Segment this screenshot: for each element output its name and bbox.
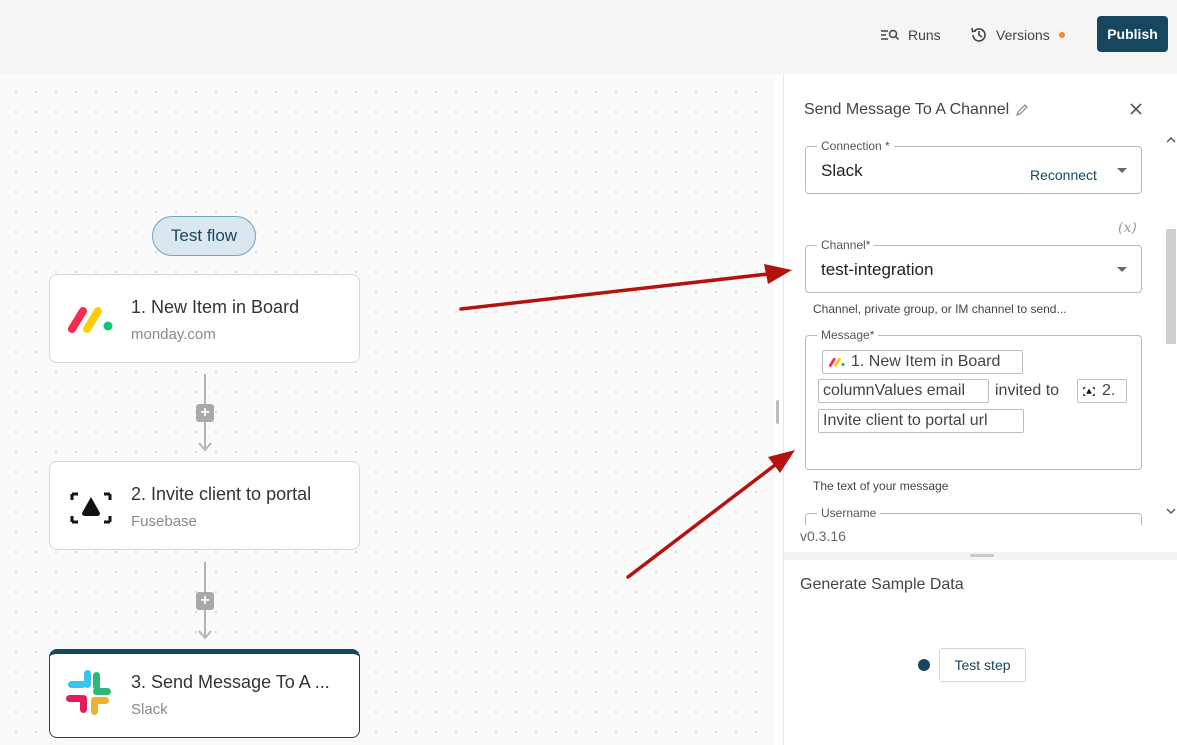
connection-label: Connection * [817,139,894,153]
divider-resize-handle[interactable] [970,554,994,557]
step-title: 3. Send Message To A ... [131,672,330,692]
channel-label: Channel* [817,238,875,252]
username-input[interactable]: Username [805,506,1142,525]
runs-button[interactable]: Runs [880,22,941,48]
runs-label: Runs [908,27,941,43]
history-icon [971,27,986,42]
message-input[interactable]: Message* 1. New Item in Board columnValu… [805,328,1142,470]
versions-label: Versions [996,27,1050,43]
fusebase-logo-icon [70,492,112,524]
message-text: invited to [995,382,1060,399]
add-step-button[interactable]: + [196,592,214,610]
dynamic-value-toggle[interactable]: (x) [1118,220,1137,236]
message-token-portal-url[interactable]: Invite client to portal url [818,409,1024,433]
panel-scrollbar[interactable] [1164,134,1177,519]
reconnect-link[interactable]: Reconnect [1030,167,1097,183]
fusebase-logo-icon [1083,387,1095,397]
scroll-up-icon[interactable] [1164,134,1177,146]
message-token-step1[interactable]: 1. New Item in Board [822,350,1023,374]
token-text: 1. New Item in Board [851,353,1001,370]
step-card-invite-client[interactable]: 2. Invite client to portal Fusebase [49,461,360,550]
status-dot [918,659,930,671]
runs-icon [881,29,900,41]
chevron-down-icon [1117,267,1127,272]
message-token-step2[interactable]: 2. [1077,379,1127,403]
add-step-button[interactable]: + [196,404,214,422]
channel-select[interactable]: Channel* test-integration [805,238,1142,293]
publish-button[interactable]: Publish [1097,16,1168,52]
panel-resize-handle[interactable] [776,400,779,424]
step-app: Fusebase [131,513,197,530]
panel-title: Send Message To A Channel [804,101,1029,119]
token-text: 2. [1102,382,1116,399]
test-step-button[interactable]: Test step [939,648,1026,682]
generate-sample-data-title: Generate Sample Data [800,576,964,593]
panel-title-text: Send Message To A Channel [804,101,1010,118]
step-app: Slack [131,701,168,718]
channel-value: test-integration [821,260,934,279]
top-bar: Runs Versions Publish [0,0,1177,74]
test-flow-button[interactable]: Test flow [152,216,256,256]
token-text: columnValues email [823,382,965,399]
connection-select[interactable]: Connection * Slack Reconnect [805,139,1142,194]
step-title: 2. Invite client to portal [131,484,312,504]
step-app: monday.com [131,326,216,343]
monday-logo-icon [68,307,113,333]
slack-logo-icon [66,670,111,715]
versions-button[interactable]: Versions [970,22,1065,48]
scroll-thumb[interactable] [1166,229,1176,344]
channel-help-text: Channel, private group, or IM channel to… [813,302,1067,316]
message-label: Message* [817,328,879,342]
versions-indicator-dot [1058,32,1065,38]
chevron-down-icon [1117,168,1127,173]
scroll-down-icon[interactable] [1164,505,1177,517]
close-icon[interactable] [1128,101,1144,117]
step-card-send-message[interactable]: 3. Send Message To A ... Slack [49,649,360,738]
step-title: 1. New Item in Board [131,297,300,317]
edit-pencil-icon[interactable] [1015,103,1029,117]
username-label: Username [817,506,881,520]
message-token-email[interactable]: columnValues email [818,379,989,403]
piece-version: v0.3.16 [800,528,846,544]
step-settings-panel: Send Message To A Channel Connection * S… [783,74,1177,745]
monday-logo-icon [828,357,845,367]
token-text: Invite client to portal url [823,412,988,429]
message-help-text: The text of your message [813,479,949,493]
connection-value: Slack [821,161,863,180]
flow-canvas[interactable]: Test flow 1. New Item in Board monday.co… [0,74,775,745]
step-card-new-item[interactable]: 1. New Item in Board monday.com [49,274,360,363]
